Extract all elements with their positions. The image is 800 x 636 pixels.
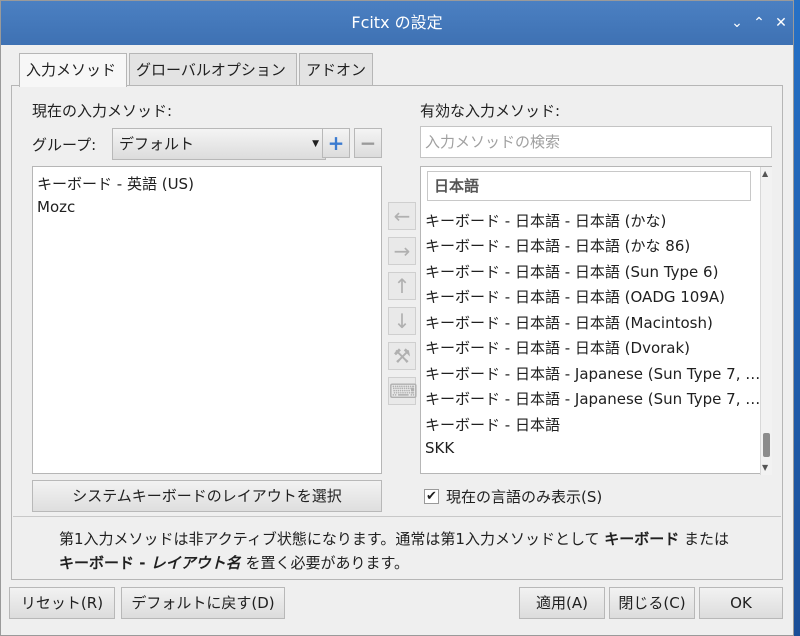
maximize-icon[interactable]: ⌃ bbox=[749, 13, 769, 33]
current-im-heading: 現在の入力メソッド: bbox=[32, 102, 173, 120]
minus-icon: − bbox=[359, 131, 377, 155]
titlebar: Fcitx の設定 ⌄ ⌃ ✕ bbox=[1, 1, 793, 45]
arrow-right-icon: → bbox=[393, 239, 411, 263]
category-header: 日本語 bbox=[427, 171, 751, 201]
info-message: 第1入力メソッドは非アクティブ状態になります。通常は第1入力メソッドとして キー… bbox=[13, 516, 781, 579]
tab-global-options[interactable]: グローバルオプション bbox=[129, 53, 297, 86]
window-title: Fcitx の設定 bbox=[351, 13, 443, 32]
scrollbar-thumb[interactable] bbox=[763, 433, 770, 457]
list-item[interactable]: キーボード - 日本語 - Japanese (Sun Type 7, … bbox=[425, 363, 760, 384]
info-line-2: キーボード - レイアウト名 を置く必要があります。 bbox=[59, 551, 781, 575]
tools-icon: ⚒ bbox=[393, 344, 411, 368]
move-down-button[interactable]: ↓ bbox=[388, 307, 416, 335]
group-label: グループ: bbox=[32, 136, 97, 154]
remove-group-button[interactable]: − bbox=[354, 128, 382, 158]
keyboard-layout-button[interactable]: ⌨ bbox=[388, 377, 418, 405]
apply-button[interactable]: 適用(A) bbox=[519, 587, 605, 619]
restore-defaults-button[interactable]: デフォルトに戻す(D) bbox=[121, 587, 285, 619]
info-text: を置く必要があります。 bbox=[240, 554, 409, 572]
chevron-down-icon: ▼ bbox=[312, 139, 319, 149]
move-right-button[interactable]: → bbox=[388, 237, 416, 265]
list-scrollbar[interactable]: ▲ ▼ bbox=[760, 167, 772, 475]
group-select[interactable]: デフォルト ▼ bbox=[112, 128, 326, 160]
only-current-language-label: 現在の言語のみ表示(S) bbox=[446, 488, 603, 506]
list-item[interactable]: キーボード - 日本語 - 日本語 (Sun Type 6) bbox=[425, 261, 718, 282]
keyboard-icon: ⌨ bbox=[389, 379, 418, 403]
select-system-layout-button[interactable]: システムキーボードのレイアウトを選択 bbox=[32, 480, 382, 512]
list-item[interactable]: キーボード - 日本語 - 日本語 (Macintosh) bbox=[425, 312, 713, 333]
only-current-language-checkbox[interactable]: ✔ bbox=[424, 489, 439, 504]
list-item[interactable]: キーボード - 日本語 bbox=[425, 414, 560, 435]
im-search-input[interactable]: 入力メソッドの検索 bbox=[420, 126, 772, 158]
current-im-list[interactable]: キーボード - 英語 (US) Mozc bbox=[32, 166, 382, 474]
close-button[interactable]: 閉じる(C) bbox=[609, 587, 695, 619]
info-bold-keyboard-prefix: キーボード - bbox=[59, 554, 151, 572]
list-item[interactable]: キーボード - 日本語 - Japanese (Sun Type 7, … bbox=[425, 388, 760, 409]
minimize-icon[interactable]: ⌄ bbox=[727, 13, 747, 33]
info-bold-keyboard: キーボード bbox=[604, 530, 680, 548]
close-icon[interactable]: ✕ bbox=[771, 13, 791, 33]
scroll-down-icon[interactable]: ▼ bbox=[762, 463, 768, 472]
info-text: または bbox=[679, 530, 730, 548]
reset-button[interactable]: リセット(R) bbox=[9, 587, 115, 619]
move-left-button[interactable]: ← bbox=[388, 202, 416, 230]
arrow-up-icon: ↑ bbox=[393, 274, 411, 298]
available-im-list[interactable]: 日本語 キーボード - 日本語 - 日本語 (かな) キーボード - 日本語 -… bbox=[420, 166, 772, 474]
list-item[interactable]: キーボード - 日本語 - 日本語 (Dvorak) bbox=[425, 337, 690, 358]
tab-input-methods[interactable]: 入力メソッド bbox=[19, 53, 127, 87]
plus-icon: + bbox=[327, 131, 345, 155]
ok-button[interactable]: OK bbox=[699, 587, 783, 619]
search-placeholder: 入力メソッドの検索 bbox=[425, 133, 561, 151]
scroll-up-icon[interactable]: ▲ bbox=[762, 169, 768, 178]
input-method-panel: 現在の入力メソッド: グループ: デフォルト ▼ + − キーボード - 英語 … bbox=[11, 85, 783, 580]
move-up-button[interactable]: ↑ bbox=[388, 272, 416, 300]
list-item[interactable]: キーボード - 日本語 - 日本語 (かな 86) bbox=[425, 235, 690, 256]
info-line-1: 第1入力メソッドは非アクティブ状態になります。通常は第1入力メソッドとして キー… bbox=[59, 527, 781, 551]
info-text: 第1入力メソッドは非アクティブ状態になります。通常は第1入力メソッドとして bbox=[59, 530, 605, 548]
list-item[interactable]: Mozc bbox=[37, 198, 75, 216]
arrow-down-icon: ↓ bbox=[393, 309, 411, 333]
tab-addons[interactable]: アドオン bbox=[299, 53, 373, 86]
list-item[interactable]: SKK bbox=[425, 439, 454, 457]
configure-button[interactable]: ⚒ bbox=[388, 342, 416, 370]
arrow-left-icon: ← bbox=[393, 204, 411, 228]
available-im-heading: 有効な入力メソッド: bbox=[420, 102, 561, 120]
group-select-value: デフォルト bbox=[119, 135, 195, 153]
list-item[interactable]: キーボード - 日本語 - 日本語 (かな) bbox=[425, 210, 666, 231]
info-layout-name: レイアウト名 bbox=[150, 554, 241, 572]
add-group-button[interactable]: + bbox=[322, 128, 350, 158]
settings-window: Fcitx の設定 ⌄ ⌃ ✕ 入力メソッド グローバルオプション アドオン 現… bbox=[0, 0, 794, 636]
list-item[interactable]: キーボード - 日本語 - 日本語 (OADG 109A) bbox=[425, 286, 725, 307]
list-item[interactable]: キーボード - 英語 (US) bbox=[37, 173, 194, 194]
